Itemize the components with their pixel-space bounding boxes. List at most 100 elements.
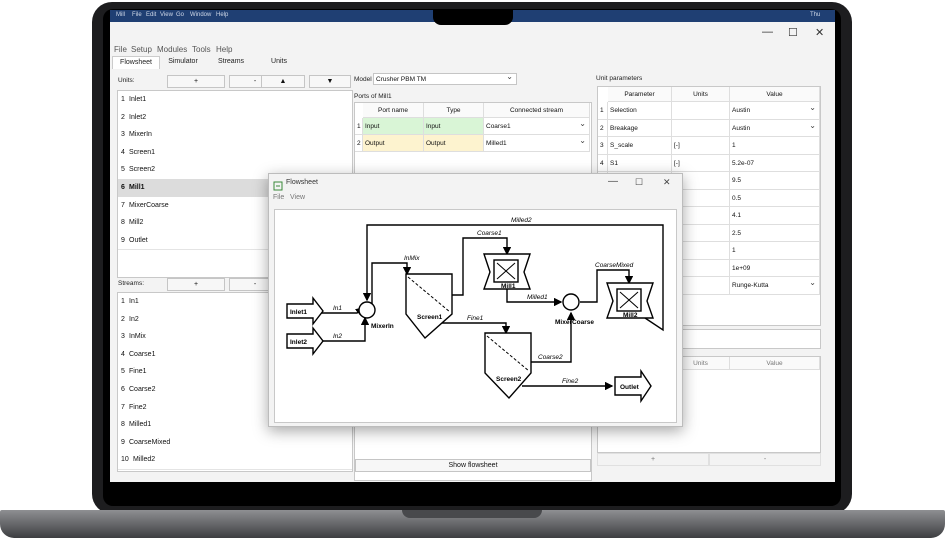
unit-row[interactable]: 3 MixerIn <box>118 126 352 145</box>
stream-label-in1: In1 <box>333 305 342 312</box>
unit-label-mixercoarse: MixerCoarse <box>555 319 594 326</box>
maximize-button[interactable]: ☐ <box>788 26 798 39</box>
stream-row-label: Coarse1 <box>129 350 156 358</box>
ports-header-stream: Connected stream <box>484 103 590 118</box>
show-flowsheet-button[interactable]: Show flowsheet <box>355 459 591 472</box>
tab-streams[interactable]: Streams <box>208 56 254 68</box>
menu-tools[interactable]: Tools <box>192 45 211 54</box>
flowsheet-menu-file[interactable]: File <box>273 194 284 201</box>
menu-bar: File Setup Modules Tools Help <box>110 44 835 56</box>
lower-remove-button[interactable]: - <box>709 453 821 466</box>
stream-row-label: Fine1 <box>129 368 147 376</box>
port-type-cell: Input <box>424 118 484 135</box>
unit-row[interactable]: 2 Inlet2 <box>118 108 352 128</box>
unit-params-title: Unit parameters <box>596 75 643 82</box>
flowsheet-menu-view[interactable]: View <box>290 194 305 201</box>
param-value-select[interactable]: Runge-Kutta <box>730 277 820 295</box>
flowsheet-canvas: Inlet1 Inlet2 MixerIn Screen1 Mill1 Mixe… <box>274 209 677 423</box>
stream-label-fine1: Fine1 <box>467 315 484 322</box>
close-button[interactable]: ✕ <box>815 26 824 39</box>
param-units-cell <box>672 119 730 137</box>
param-row-number: 4 <box>598 154 608 172</box>
os-menu-help[interactable]: Help <box>216 12 228 18</box>
port-stream-select[interactable]: Milled1 <box>484 135 590 152</box>
os-menu-window[interactable]: Window <box>190 12 211 18</box>
unit-row-number: 2 <box>121 113 125 121</box>
menu-setup[interactable]: Setup <box>131 45 152 54</box>
os-menu-edit[interactable]: Edit <box>146 12 156 18</box>
flowsheet-minimize-button[interactable]: — <box>608 176 618 187</box>
units-label: Units: <box>118 77 135 84</box>
stream-row-number: 4 <box>121 350 125 358</box>
add-stream-button[interactable]: + <box>167 278 225 291</box>
param-value-cell[interactable]: 5.2e-07 <box>730 154 820 172</box>
tab-simulator[interactable]: Simulator <box>160 56 206 68</box>
tab-units[interactable]: Units <box>256 56 302 68</box>
lower-header-value: Value <box>730 357 820 370</box>
param-value-select[interactable]: Austin <box>730 102 820 120</box>
param-row-number: 3 <box>598 137 608 155</box>
model-select[interactable]: Crusher PBM TM <box>373 73 517 85</box>
unit-row-number: 1 <box>121 96 125 103</box>
stream-label-fine2: Fine2 <box>562 378 579 385</box>
port-name-cell[interactable]: Input <box>363 118 424 135</box>
stream-row-label: Coarse2 <box>129 386 156 393</box>
screen1-node <box>405 273 453 340</box>
unit-row-label: Mill1 <box>129 184 145 191</box>
os-menu-view[interactable]: View <box>160 12 173 18</box>
unit-row[interactable]: 4 Screen1 <box>118 143 352 163</box>
param-value-cell[interactable]: 9.5 <box>730 172 820 190</box>
stream-label-in2: In2 <box>333 333 342 340</box>
unit-row-label: Inlet2 <box>129 113 147 121</box>
camera-notch <box>433 9 513 25</box>
stream-row[interactable]: 10 Milled2 <box>118 451 352 470</box>
stream-row-label: Milled1 <box>129 421 152 429</box>
os-menu-file[interactable]: File <box>132 12 142 18</box>
add-unit-button[interactable]: + <box>167 75 225 88</box>
port-name-cell[interactable]: Output <box>363 135 424 152</box>
model-label: Model <box>354 76 372 83</box>
param-name-cell: Breakage <box>608 119 672 137</box>
param-name-cell: S1 <box>608 154 672 172</box>
menu-file[interactable]: File <box>114 45 127 54</box>
param-value-cell[interactable]: 1 <box>730 137 820 155</box>
stream-label-milled2: Milled2 <box>511 217 532 224</box>
param-value-cell[interactable]: 0.5 <box>730 189 820 207</box>
mixerin-node <box>358 301 376 319</box>
minimize-button[interactable]: — <box>762 26 773 38</box>
param-value-select[interactable]: Austin <box>730 119 820 137</box>
stream-row-number: 3 <box>121 333 125 341</box>
tab-flowsheet[interactable]: Flowsheet <box>112 56 160 69</box>
os-menu-app[interactable]: Mill <box>116 12 125 18</box>
unit-row-label: MixerIn <box>129 131 152 139</box>
lower-add-button[interactable]: + <box>597 453 709 466</box>
param-units-cell: [-] <box>672 154 730 172</box>
flowsheet-diagram: Inlet1 Inlet2 MixerIn Screen1 Mill1 Mixe… <box>286 217 664 404</box>
param-value-cell[interactable]: 4.1 <box>730 207 820 225</box>
param-name-cell: S_scale <box>608 137 672 155</box>
stream-row-number: 1 <box>121 298 125 305</box>
flowsheet-close-button[interactable]: ✕ <box>663 177 671 188</box>
unit-row-number: 3 <box>121 131 125 139</box>
stream-label-inmix: InMix <box>404 255 420 262</box>
unit-row[interactable]: 1 Inlet1 <box>118 91 352 110</box>
unit-row-label: MixerCoarse <box>129 201 169 209</box>
os-clock: Thu <box>810 12 821 18</box>
stream-row[interactable]: 9 CoarseMixed <box>118 433 352 453</box>
menu-help[interactable]: Help <box>216 45 232 54</box>
flowsheet-window: Flowsheet — ☐ ✕ File View Inlet1 Inlet2 … <box>268 173 683 427</box>
unit-label-mill2: Mill2 <box>623 312 638 319</box>
port-row-number: 2 <box>355 135 363 152</box>
move-down-button[interactable]: ▼ <box>309 75 351 88</box>
param-value-cell[interactable]: 1e+09 <box>730 259 820 277</box>
unit-row-label: Inlet1 <box>129 96 147 103</box>
param-value-cell[interactable]: 1 <box>730 242 820 260</box>
os-menu-go[interactable]: Go <box>176 12 184 18</box>
menu-modules[interactable]: Modules <box>157 45 187 54</box>
port-stream-select[interactable]: Coarse1 <box>484 118 590 135</box>
move-up-button[interactable]: ▲ <box>261 75 305 88</box>
params-header-parameter: Parameter <box>608 87 672 102</box>
flowsheet-maximize-button[interactable]: ☐ <box>635 177 643 188</box>
param-value-cell[interactable]: 2.5 <box>730 224 820 242</box>
param-units-cell <box>672 102 730 120</box>
